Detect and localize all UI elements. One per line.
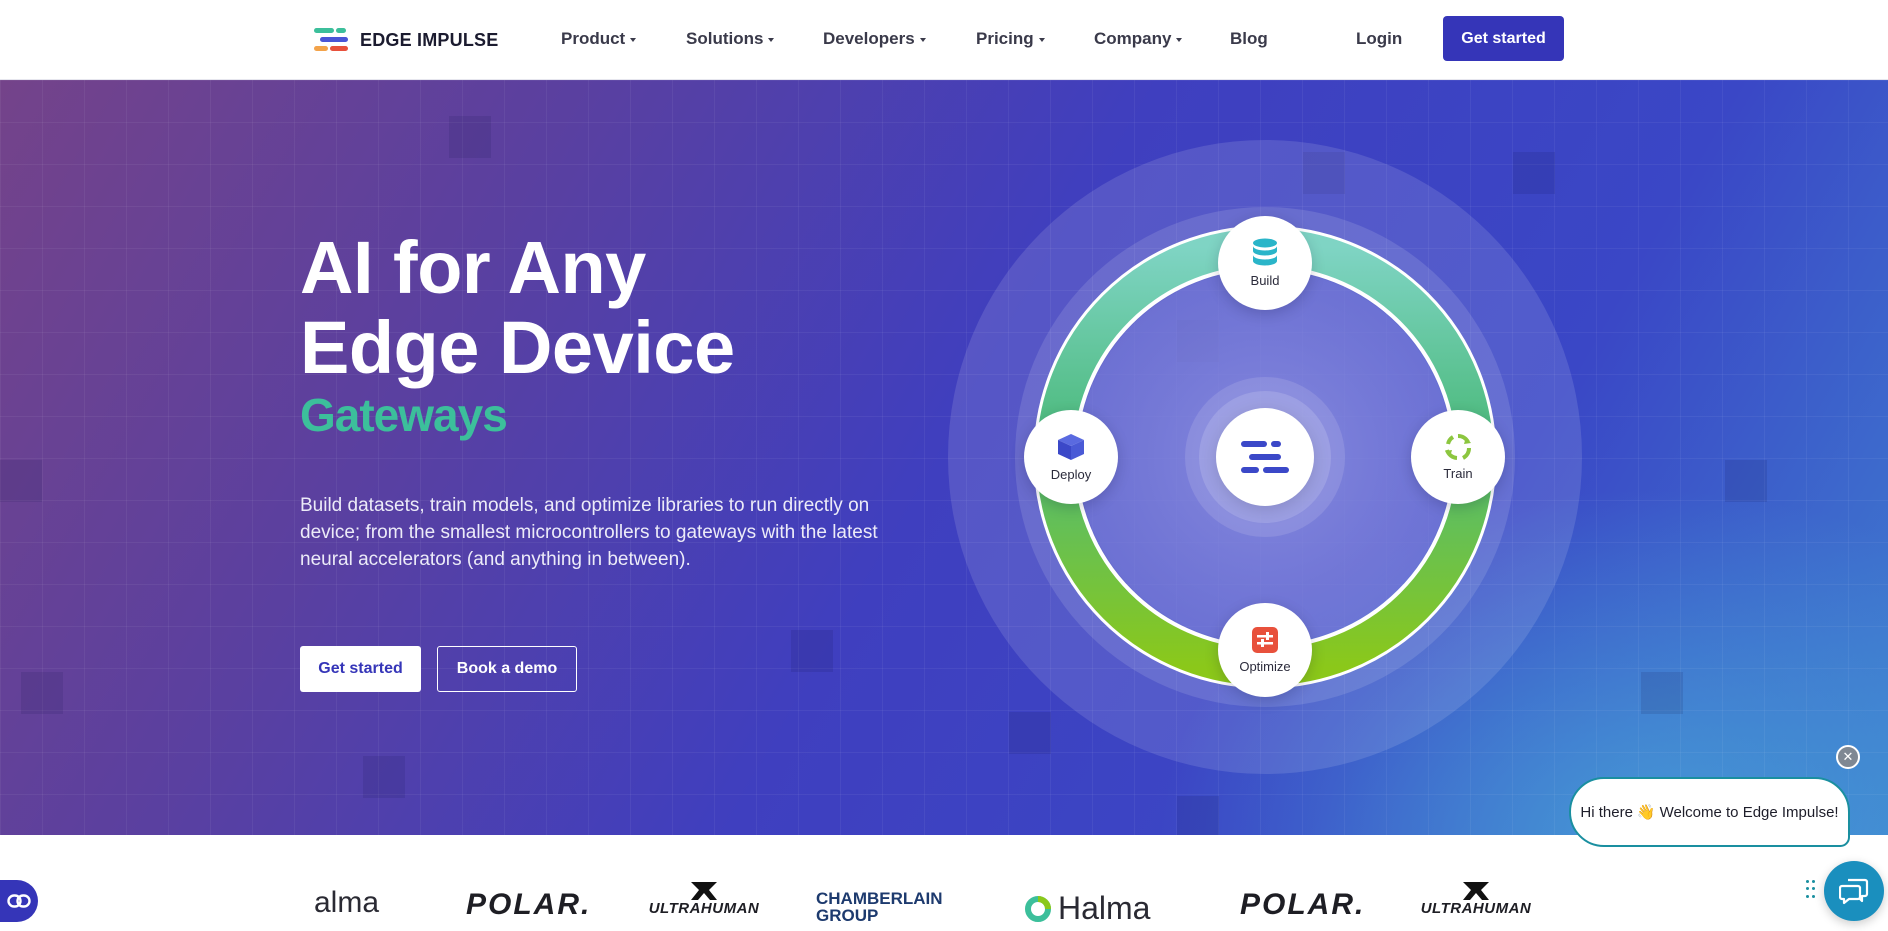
customer-logo-halma-partial: alma (314, 886, 380, 919)
drag-handle-icon[interactable] (1806, 880, 1816, 900)
database-icon (1253, 238, 1277, 266)
customer-logo-ultrahuman-2: ULTRAHUMAN (1416, 882, 1536, 917)
ultrahuman-mark-icon (691, 882, 717, 900)
nav-developers-label: Developers (823, 29, 915, 48)
nav-solutions-label: Solutions (686, 29, 764, 48)
edge-impulse-logo-icon (1241, 441, 1289, 473)
recycle-icon (1445, 434, 1471, 460)
optimize-label: Optimize (1239, 659, 1291, 674)
accessibility-icon (7, 894, 31, 908)
hero-title: AI for Any Edge Device (300, 228, 735, 388)
chat-greeting-suffix: Welcome to Edge Impulse! (1659, 803, 1839, 821)
chat-icon (1839, 878, 1869, 905)
nav-blog-label: Blog (1230, 29, 1268, 48)
edge-impulse-logo-icon (314, 26, 350, 54)
nav-pricing-label: Pricing (976, 29, 1034, 48)
hero-grid-background (0, 80, 1888, 835)
chat-launcher-button[interactable] (1824, 861, 1884, 921)
chat-greeting-prefix: Hi there (1580, 803, 1633, 821)
nav-product[interactable]: Product (561, 29, 637, 49)
customer-logo-chamberlain: CHAMBERLAIN GROUP (816, 890, 943, 924)
edge-impulse-logo[interactable]: EDGE IMPULSE (314, 26, 498, 54)
hero-rotating-word: Gateways (300, 389, 508, 441)
nav-developers[interactable]: Developers (823, 29, 926, 49)
get-started-nav-button[interactable]: Get started (1443, 16, 1564, 61)
customer-logo-ultrahuman: ULTRAHUMAN (644, 882, 764, 917)
login-link[interactable]: Login (1356, 29, 1402, 49)
login-label: Login (1356, 29, 1403, 48)
caret-down-icon (1176, 37, 1183, 42)
chamberlain-line-2: GROUP (816, 906, 879, 925)
customer-logo-halma: Halma (1024, 890, 1150, 927)
nav-company[interactable]: Company (1094, 29, 1183, 49)
hero-title-line-1: AI for Any (300, 226, 646, 309)
chat-greeting-bubble[interactable]: Hi there 👋 Welcome to Edge Impulse! (1569, 777, 1850, 847)
customer-logo-polar-2: POLAR. (1240, 888, 1366, 921)
nav-pricing[interactable]: Pricing (976, 29, 1045, 49)
logo-text: EDGE IMPULSE (360, 29, 499, 50)
customer-logo-polar: POLAR. (466, 888, 592, 921)
halma-ring-icon (1025, 895, 1051, 922)
get-started-hero-button[interactable]: Get started (300, 646, 421, 692)
halma-wordmark: Halma (1058, 890, 1151, 926)
book-demo-button[interactable]: Book a demo (437, 646, 577, 692)
top-navbar: EDGE IMPULSE Product Solutions Developer… (0, 0, 1888, 80)
close-icon: ✕ (1842, 749, 1854, 764)
cube-icon (1058, 434, 1084, 460)
ultrahuman-wordmark: ULTRAHUMAN (648, 900, 760, 917)
hero-section: AI for Any Edge Device Gateways Build da… (0, 80, 1888, 835)
deploy-node[interactable]: Deploy (1024, 410, 1118, 504)
caret-down-icon (630, 37, 637, 42)
caret-down-icon (768, 37, 775, 42)
hero-title-line-2: Edge Device (300, 306, 735, 389)
center-logo-node (1216, 408, 1314, 506)
nav-blog[interactable]: Blog (1230, 29, 1268, 49)
chat-close-button[interactable]: ✕ (1836, 745, 1860, 769)
deploy-label: Deploy (1050, 467, 1092, 482)
wave-emoji-icon: 👋 (1636, 804, 1656, 821)
train-label: Train (1443, 466, 1473, 481)
build-label: Build (1250, 273, 1280, 288)
optimize-node[interactable]: Optimize (1218, 603, 1312, 697)
train-node[interactable]: Train (1411, 410, 1505, 504)
chamberlain-line-1: CHAMBERLAIN (816, 889, 943, 908)
customer-logos-strip (0, 835, 1888, 931)
ultrahuman-mark-icon (1463, 882, 1489, 900)
caret-down-icon (919, 37, 926, 42)
ultrahuman-wordmark: ULTRAHUMAN (1420, 900, 1532, 917)
sliders-icon (1252, 627, 1278, 653)
workflow-cycle-diagram: Build Train Optimize Deploy (948, 140, 1582, 774)
nav-solutions[interactable]: Solutions (686, 29, 775, 49)
nav-company-label: Company (1094, 29, 1172, 48)
caret-down-icon (1038, 37, 1045, 42)
hero-description: Build datasets, train models, and optimi… (300, 495, 878, 570)
build-node[interactable]: Build (1218, 216, 1312, 310)
nav-product-label: Product (561, 29, 626, 48)
